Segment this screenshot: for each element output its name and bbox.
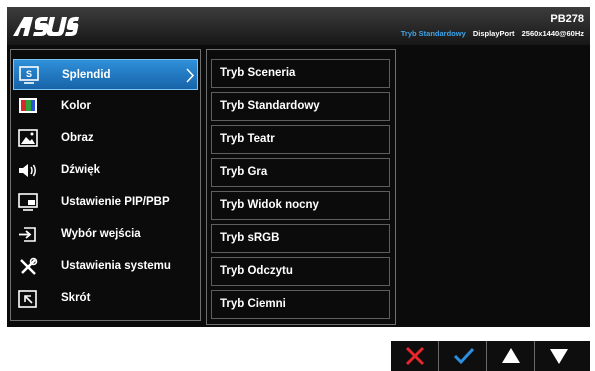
menu-item-shortcut[interactable]: Skrót [13, 283, 198, 314]
submenu-item[interactable]: Tryb Widok nocny [211, 191, 390, 220]
submenu-item-label: Tryb Odczytu [220, 265, 293, 277]
submenu-item[interactable]: Tryb Sceneria [211, 59, 390, 88]
submenu-item[interactable]: Tryb Standardowy [211, 92, 390, 121]
color-icon [19, 98, 37, 113]
menu-item-label: Skrót [61, 292, 91, 304]
submenu-item-label: Tryb Sceneria [220, 67, 296, 79]
menu-item-input-select[interactable]: Wybór wejścia [13, 219, 198, 250]
down-key[interactable] [535, 341, 583, 371]
shortcut-icon [18, 290, 37, 308]
menu-item-color[interactable]: Kolor [13, 91, 198, 122]
close-icon [405, 346, 425, 366]
menu-item-label: Splendid [62, 69, 111, 81]
menu-item-image[interactable]: Obraz [13, 123, 198, 154]
submenu-item-label: Tryb Ciemni [220, 298, 286, 310]
check-icon [453, 347, 475, 365]
submenu-item[interactable]: Tryb Teatr [211, 125, 390, 154]
menu-item-label: Kolor [61, 100, 92, 112]
menu-item-label: Wybór wejścia [61, 228, 141, 240]
image-icon [18, 129, 38, 147]
main-menu: S Splendid Kolor Obraz Dźwięk Ustawienie… [10, 49, 201, 321]
menu-item-label: Obraz [61, 132, 94, 144]
osd-menu: ® PB278 Tryb Standardowy DisplayPort 256… [7, 7, 590, 327]
submenu-item-label: Tryb sRGB [220, 232, 280, 244]
menu-item-label: Ustawienie PIP/PBP [61, 196, 170, 208]
status-resolution: 2560x1440@60Hz [521, 29, 584, 38]
menu-item-sound[interactable]: Dźwięk [13, 155, 198, 186]
submenu-panel: Tryb Sceneria Tryb Standardowy Tryb Teat… [206, 49, 396, 325]
status-bar: Tryb Standardowy DisplayPort 2560x1440@6… [401, 29, 584, 38]
chevron-right-icon [186, 68, 195, 83]
asus-logo: ® [13, 16, 79, 36]
menu-item-label: Ustawienia systemu [61, 260, 171, 272]
submenu-item[interactable]: Tryb Gra [211, 158, 390, 187]
speaker-icon [19, 164, 36, 177]
submenu-item-label: Tryb Widok nocny [220, 199, 319, 211]
input-icon [19, 227, 36, 242]
exit-key[interactable] [391, 341, 439, 371]
submenu-item-label: Tryb Standardowy [220, 100, 320, 112]
status-input: DisplayPort [472, 29, 515, 38]
down-icon [550, 349, 568, 364]
tools-icon [20, 257, 38, 275]
menu-item-pip-pbp[interactable]: Ustawienie PIP/PBP [13, 187, 198, 218]
menu-item-label: Dźwięk [61, 164, 100, 176]
model-name: PB278 [550, 13, 584, 25]
submenu-item[interactable]: Tryb sRGB [211, 224, 390, 253]
osd-header: ® PB278 Tryb Standardowy DisplayPort 256… [7, 7, 590, 45]
up-icon [502, 348, 520, 363]
submenu-item-label: Tryb Teatr [220, 133, 275, 145]
svg-text:S: S [26, 69, 32, 79]
submenu-item-label: Tryb Gra [220, 166, 268, 178]
up-key[interactable] [487, 341, 535, 371]
status-mode: Tryb Standardowy [400, 29, 466, 38]
submenu-item[interactable]: Tryb Odczytu [211, 257, 390, 286]
splendid-icon: S [19, 66, 39, 84]
menu-item-splendid[interactable]: S Splendid [13, 59, 198, 90]
confirm-key[interactable] [439, 341, 487, 371]
key-guide [391, 341, 590, 371]
menu-item-system-settings[interactable]: Ustawienia systemu [13, 251, 198, 282]
submenu-item[interactable]: Tryb Ciemni [211, 290, 390, 319]
pip-icon [18, 193, 38, 211]
